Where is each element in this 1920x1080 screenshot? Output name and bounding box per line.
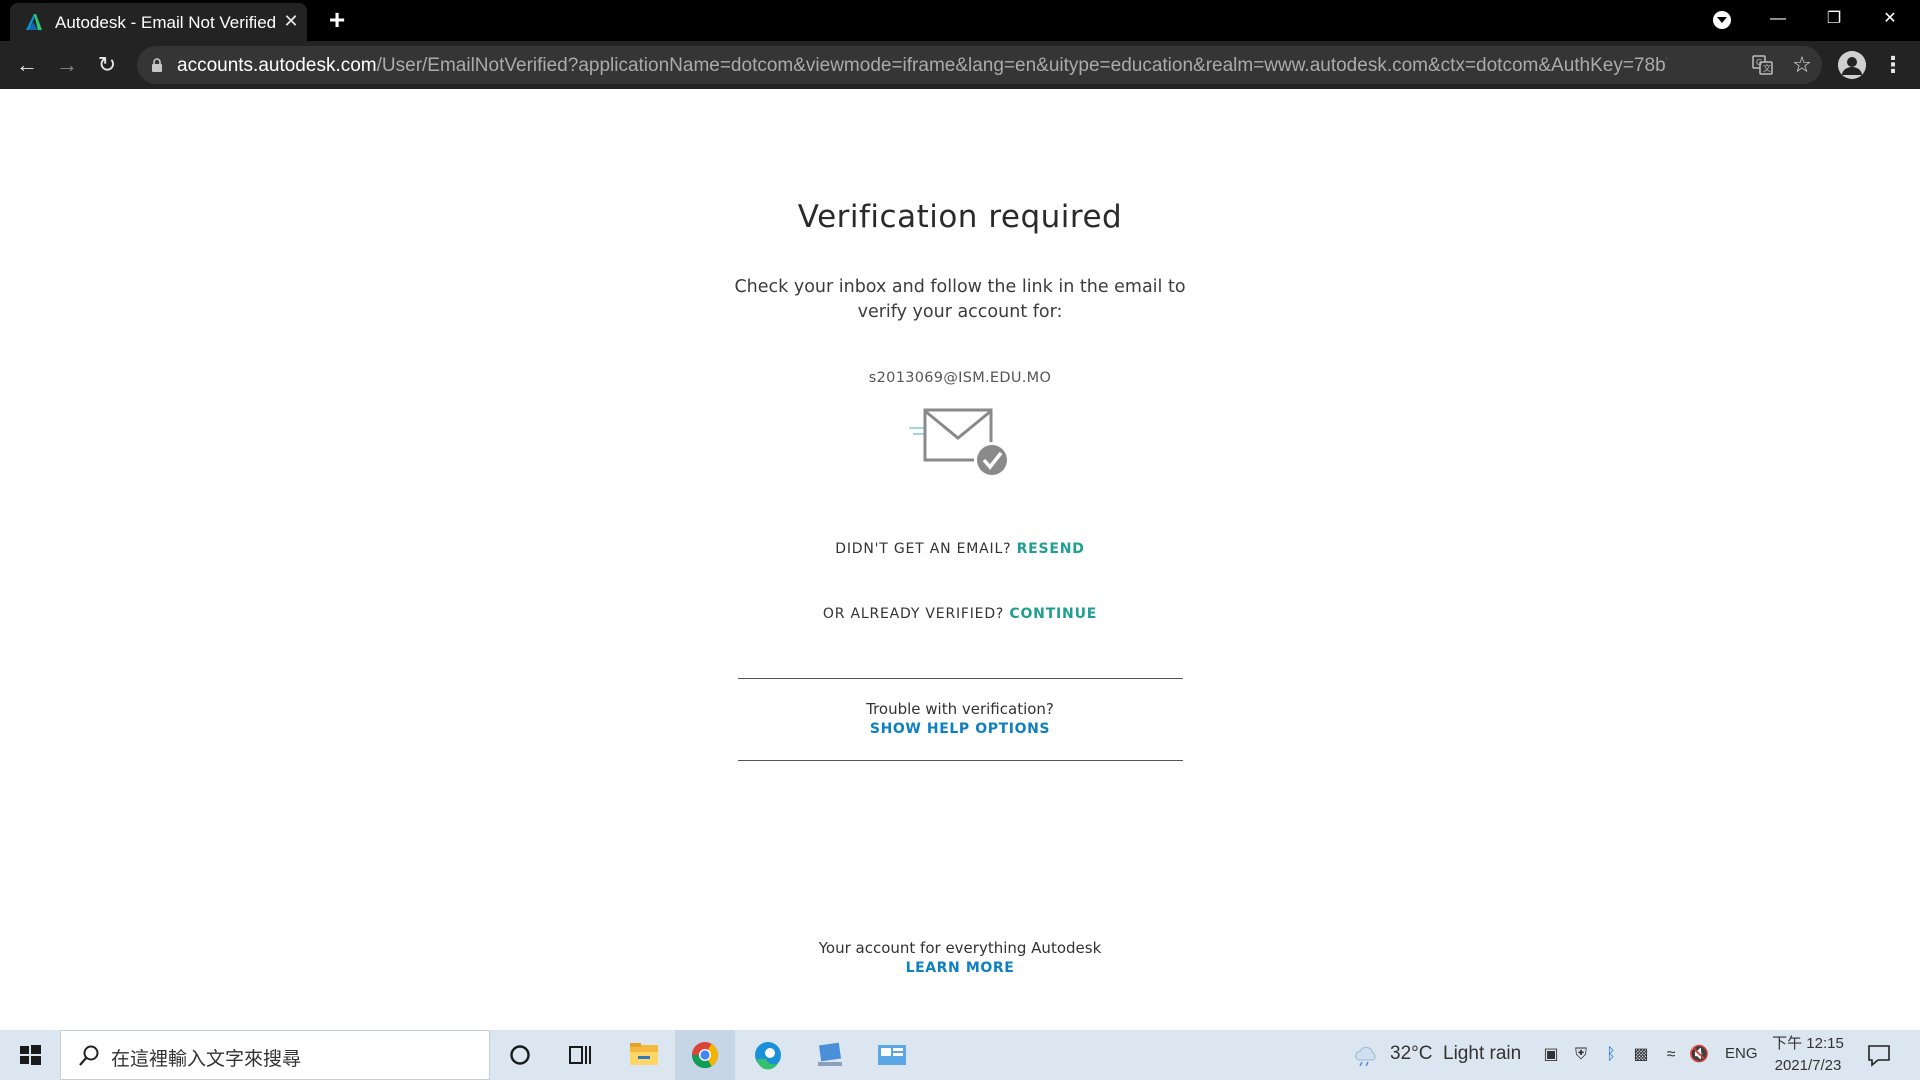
instructions-line-1: Check your inbox and follow the link in … xyxy=(734,277,1186,297)
instructions-line-2: verify your account for: xyxy=(857,302,1063,322)
learn-more-link: LEARN MORE xyxy=(0,960,1920,976)
computer-app-icon[interactable] xyxy=(800,1030,860,1080)
show-help-options-label[interactable]: SHOW HELP OPTIONS xyxy=(870,721,1050,737)
volume-mute-icon[interactable]: 🔇 xyxy=(1688,1044,1710,1066)
weather-text[interactable]: 32°C Light rain xyxy=(1390,1043,1521,1065)
wifi-icon[interactable]: ≈ xyxy=(1660,1044,1682,1066)
account-email: s2013069@ISM.EDU.MO xyxy=(868,370,1052,386)
windows-start-icon[interactable] xyxy=(0,1030,60,1080)
taskbar: 在這裡輸入文字來搜尋 32°C Light rain ▣ ⛨ ᛒ ▩ ≈ 🔇 E… xyxy=(0,1030,1920,1080)
weather-rain-icon[interactable] xyxy=(1352,1044,1380,1066)
tab-title: Autodesk - Email Not Verified xyxy=(55,13,277,32)
task-view-icon[interactable] xyxy=(550,1030,610,1080)
back-arrow-icon[interactable]: ← xyxy=(11,49,43,81)
divider-top xyxy=(738,678,1183,679)
minimize-button[interactable]: — xyxy=(1750,0,1806,41)
continue-row: OR ALREADY VERIFIED? CONTINUE xyxy=(0,606,1920,622)
security-shield-icon[interactable]: ⛨ xyxy=(1570,1044,1592,1066)
chrome-icon[interactable] xyxy=(675,1030,735,1080)
url-host: accounts.autodesk.com xyxy=(177,55,377,76)
reload-icon[interactable]: ↻ xyxy=(91,49,123,81)
search-placeholder: 在這裡輸入文字來搜尋 xyxy=(111,1048,302,1070)
edge-icon[interactable] xyxy=(738,1030,798,1080)
clock-date: 2021/7/23 xyxy=(1774,1057,1842,1074)
kebab-menu-icon[interactable]: ⋮ xyxy=(1882,51,1904,79)
profile-avatar-icon[interactable] xyxy=(1838,51,1866,79)
autodesk-logo-icon xyxy=(26,14,42,30)
tab-search-icon[interactable] xyxy=(1713,11,1731,29)
bookmark-star-icon[interactable]: ☆ xyxy=(1789,52,1815,78)
cortana-icon[interactable] xyxy=(490,1030,550,1080)
browser-toolbar: ← → ↻ accounts.autodesk.com/User/EmailNo… xyxy=(0,41,1920,89)
divider-bottom xyxy=(738,760,1183,761)
meet-camera-icon[interactable]: ▣ xyxy=(1540,1044,1562,1066)
lock-icon[interactable] xyxy=(151,58,163,72)
browser-tab[interactable]: Autodesk - Email Not Verified ✕ xyxy=(10,3,307,41)
url-path: /User/EmailNotVerified?applicationName=d… xyxy=(376,55,1667,76)
weather-temp: 32°C xyxy=(1390,1043,1433,1064)
bluetooth-icon[interactable]: ᛒ xyxy=(1600,1044,1622,1066)
resend-row: DIDN'T GET AN EMAIL? RESEND xyxy=(0,541,1920,557)
new-tab-button[interactable]: + xyxy=(324,6,350,34)
input-language[interactable]: ENG xyxy=(1725,1045,1758,1062)
trouble-text: Trouble with verification? xyxy=(866,700,1054,718)
resend-link[interactable]: RESEND xyxy=(1017,541,1085,557)
forward-arrow-icon[interactable]: → xyxy=(51,49,83,81)
page-title: Verification required xyxy=(797,199,1123,235)
battery-icon[interactable]: ▩ xyxy=(1630,1044,1652,1066)
weather-desc: Light rain xyxy=(1443,1043,1522,1064)
continue-link[interactable]: CONTINUE xyxy=(1009,606,1097,622)
learn-more-label[interactable]: LEARN MORE xyxy=(906,960,1015,976)
clock-time: 下午 12:15 xyxy=(1772,1035,1844,1052)
svg-text:G: G xyxy=(1756,58,1762,67)
instructions-text: Check your inbox and follow the link in … xyxy=(0,275,1920,325)
notification-center-icon[interactable] xyxy=(1866,1043,1892,1067)
tab-close-icon[interactable]: ✕ xyxy=(280,10,302,32)
url-text[interactable]: accounts.autodesk.com/User/EmailNotVerif… xyxy=(177,55,1667,77)
footer-text: Your account for everything Autodesk xyxy=(818,939,1102,957)
translate-icon[interactable]: G 文 xyxy=(1752,55,1774,75)
continue-prompt: OR ALREADY VERIFIED? xyxy=(822,606,1005,622)
control-panel-icon[interactable] xyxy=(862,1030,922,1080)
svg-text:文: 文 xyxy=(1763,63,1771,73)
page-content: Verification required Check your inbox a… xyxy=(0,89,1920,1030)
envelope-check-icon xyxy=(909,408,1010,478)
close-window-button[interactable]: ✕ xyxy=(1862,0,1918,41)
restore-button[interactable]: ❐ xyxy=(1806,0,1862,41)
show-help-options-link: SHOW HELP OPTIONS xyxy=(0,721,1920,737)
tab-bar: Autodesk - Email Not Verified ✕ + — ❐ ✕ xyxy=(0,0,1920,41)
file-explorer-icon[interactable] xyxy=(614,1030,674,1080)
clock[interactable]: 下午 12:15 2021/7/23 xyxy=(1768,1033,1848,1077)
resend-prompt: DIDN'T GET AN EMAIL? xyxy=(835,541,1012,557)
taskbar-search-box[interactable]: 在這裡輸入文字來搜尋 xyxy=(60,1030,490,1080)
address-bar[interactable]: accounts.autodesk.com/User/EmailNotVerif… xyxy=(137,46,1822,84)
search-icon xyxy=(79,1045,99,1066)
